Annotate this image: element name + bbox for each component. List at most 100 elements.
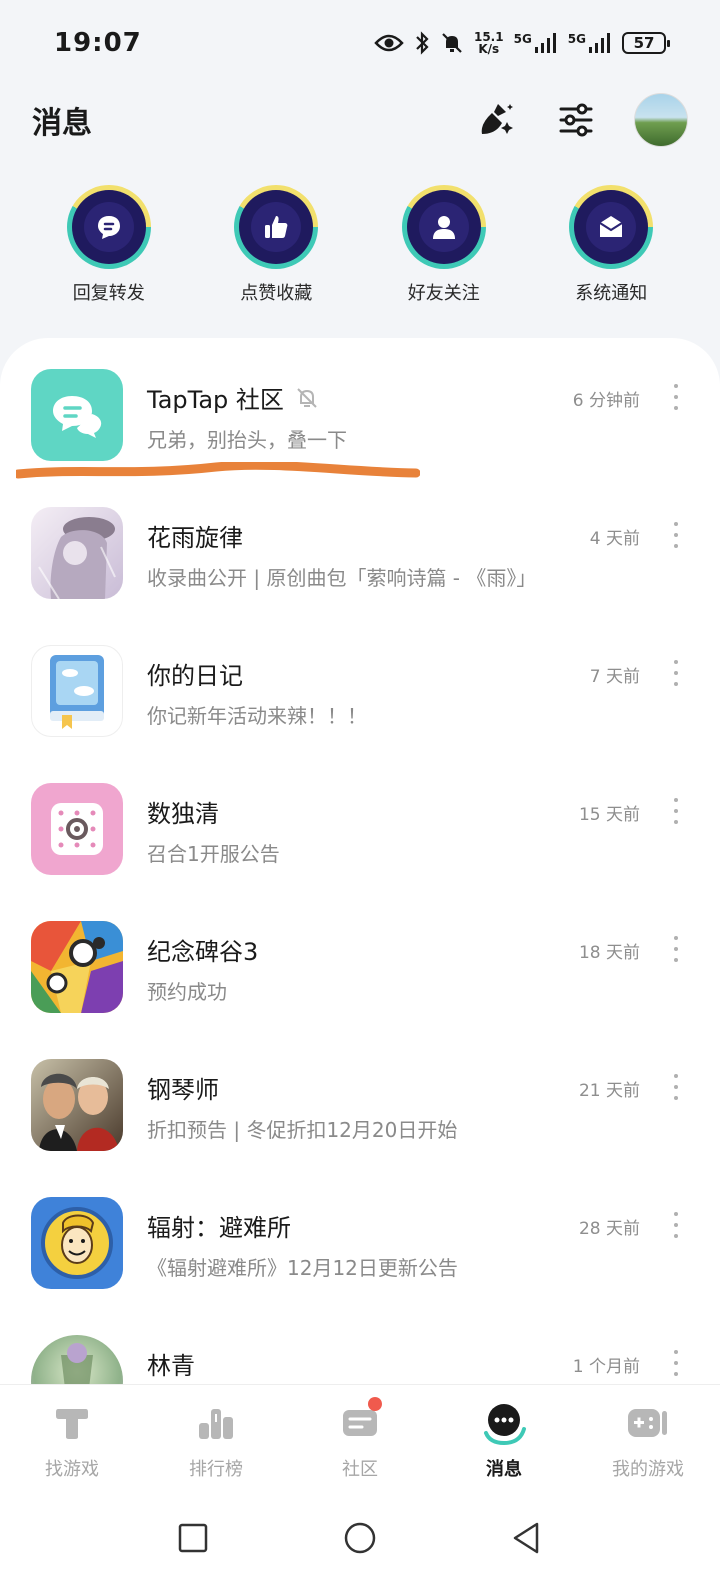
more-options-icon[interactable] (666, 936, 686, 962)
monument-valley-icon (31, 921, 123, 1013)
list-item-preview: 收录曲公开 | 原创曲包「萦响诗篇 - 《雨》」 (147, 566, 537, 590)
more-options-icon[interactable] (666, 1212, 686, 1238)
message-categories: 回复转发 点赞收藏 好友关注 系统通知 (0, 185, 720, 315)
back-button[interactable] (502, 1513, 552, 1563)
list-item-time: 4 天前 (589, 529, 640, 549)
tab-messages[interactable]: 消息 (439, 1399, 569, 1481)
status-icons: 15.1 K/s 5G 5G 57 (374, 29, 670, 56)
ranking-icon (192, 1399, 240, 1447)
list-item-linqing[interactable]: 林青 1 个月前 (0, 1304, 720, 1384)
list-item-time: 1 个月前 (572, 1357, 640, 1377)
linqing-avatar-icon (31, 1335, 123, 1384)
list-item-title: 纪念碑谷3 (147, 938, 259, 966)
back-icon (513, 1522, 538, 1553)
sudoku-icon (31, 783, 123, 875)
more-options-icon[interactable] (666, 1350, 686, 1376)
list-item-preview: 折扣预告 | 冬促折扣12月20日开始 (147, 1118, 458, 1142)
list-item-title: TapTap 社区 (147, 386, 284, 414)
community-icon (336, 1397, 384, 1447)
taptap-community-icon (31, 369, 123, 461)
category-reply-forward[interactable]: 回复转发 (44, 185, 174, 315)
filter-button[interactable] (554, 98, 598, 142)
header-actions (474, 93, 688, 147)
list-item-taptap-community[interactable]: TapTap 社区 兄弟，别抬头，叠一下 6 分钟前 (0, 338, 720, 479)
bluetooth-icon (414, 30, 430, 55)
reply-icon (83, 202, 134, 252)
list-item-pianist[interactable]: 钢琴师 折扣预告 | 冬促折扣12月20日开始 21 天前 (0, 1028, 720, 1166)
muted-bell-icon (297, 387, 317, 408)
more-options-icon[interactable] (666, 522, 686, 548)
category-friends-follows[interactable]: 好友关注 (379, 185, 509, 315)
tab-find-games[interactable]: 找游戏 (7, 1399, 137, 1481)
list-item-monument-valley[interactable]: 纪念碑谷3 预约成功 18 天前 (0, 890, 720, 1028)
my-games-icon (624, 1399, 672, 1447)
list-item-time: 6 分钟前 (572, 391, 640, 411)
category-label: 好友关注 (407, 283, 480, 304)
net-speed-value: 15.1 (473, 29, 504, 44)
list-item-diary[interactable]: 你的日记 你记新年活动来辣！！！ 7 天前 (0, 614, 720, 752)
tab-label: 消息 (486, 1459, 522, 1480)
category-label: 点赞收藏 (240, 283, 313, 304)
list-item-fallout-shelter[interactable]: 辐射：避难所 《辐射避难所》12月12日更新公告 28 天前 (0, 1166, 720, 1304)
mail-icon (586, 202, 637, 252)
home-button[interactable] (335, 1513, 385, 1563)
diary-icon (31, 645, 123, 737)
eye-icon (374, 33, 404, 53)
list-item-time: 21 天前 (578, 1081, 640, 1101)
message-list: TapTap 社区 兄弟，别抬头，叠一下 6 分钟前 花雨旋律 收录曲公开 | … (0, 338, 720, 1384)
list-item-huayu[interactable]: 花雨旋律 收录曲公开 | 原创曲包「萦响诗篇 - 《雨》」 4 天前 (0, 476, 720, 614)
battery-icon: 57 (622, 31, 670, 54)
tab-label: 找游戏 (45, 1459, 99, 1480)
find-games-icon (48, 1399, 96, 1447)
recent-apps-button[interactable] (168, 1513, 218, 1563)
more-options-icon[interactable] (666, 660, 686, 686)
filter-icon (559, 103, 593, 137)
more-options-icon[interactable] (666, 1074, 686, 1100)
more-options-icon[interactable] (666, 384, 686, 410)
list-item-title: 你的日记 (147, 662, 243, 690)
notification-badge (368, 1397, 382, 1411)
recent-apps-icon (179, 1523, 208, 1552)
category-likes-favorites[interactable]: 点赞收藏 (211, 185, 341, 315)
tab-label: 社区 (342, 1459, 378, 1480)
list-item-title: 林青 (147, 1352, 195, 1380)
signal-icon-2: 5G (568, 32, 612, 54)
category-label: 回复转发 (72, 283, 145, 304)
page-title: 消息 (32, 106, 92, 141)
fallout-shelter-icon (31, 1197, 123, 1289)
pianist-icon (31, 1059, 123, 1151)
list-item-time: 28 天前 (578, 1219, 640, 1239)
clean-button[interactable] (474, 98, 518, 142)
system-nav-bar (0, 1494, 720, 1581)
list-item-sudoku[interactable]: 数独清 召合1开服公告 15 天前 (0, 752, 720, 890)
list-item-preview: 预约成功 (147, 980, 227, 1004)
net-speed-unit: K/s (478, 41, 500, 56)
category-system-notifications[interactable]: 系统通知 (546, 185, 676, 315)
signal-icon: 5G (514, 32, 558, 54)
tab-ranking[interactable]: 排行榜 (151, 1399, 281, 1481)
tab-community[interactable]: 社区 (295, 1397, 425, 1481)
header: 消息 (0, 85, 720, 155)
list-item-time: 18 天前 (578, 943, 640, 963)
signal-label-2: 5G (567, 31, 586, 46)
list-item-time: 15 天前 (578, 805, 640, 825)
list-item-preview: 《辐射避难所》12月12日更新公告 (147, 1256, 458, 1280)
list-item-preview: 召合1开服公告 (147, 842, 280, 866)
message-icon (480, 1399, 528, 1447)
category-label: 系统通知 (575, 283, 648, 304)
tab-label: 我的游戏 (612, 1459, 684, 1480)
list-item-preview: 你记新年活动来辣！！！ (147, 704, 367, 728)
list-item-title: 数独清 (147, 800, 219, 828)
user-icon (418, 202, 469, 252)
huayu-game-icon (31, 507, 123, 599)
list-item-title: 辐射：避难所 (147, 1214, 291, 1242)
clean-icon (481, 104, 513, 134)
list-item-preview: 兄弟，别抬头，叠一下 (147, 428, 347, 452)
list-item-time: 7 天前 (589, 667, 640, 687)
more-options-icon[interactable] (666, 798, 686, 824)
avatar[interactable] (634, 93, 688, 147)
tab-label: 排行榜 (189, 1459, 243, 1480)
tab-my-games[interactable]: 我的游戏 (583, 1399, 713, 1481)
list-item-title: 花雨旋律 (147, 524, 243, 552)
thumbs-up-icon (251, 202, 302, 252)
